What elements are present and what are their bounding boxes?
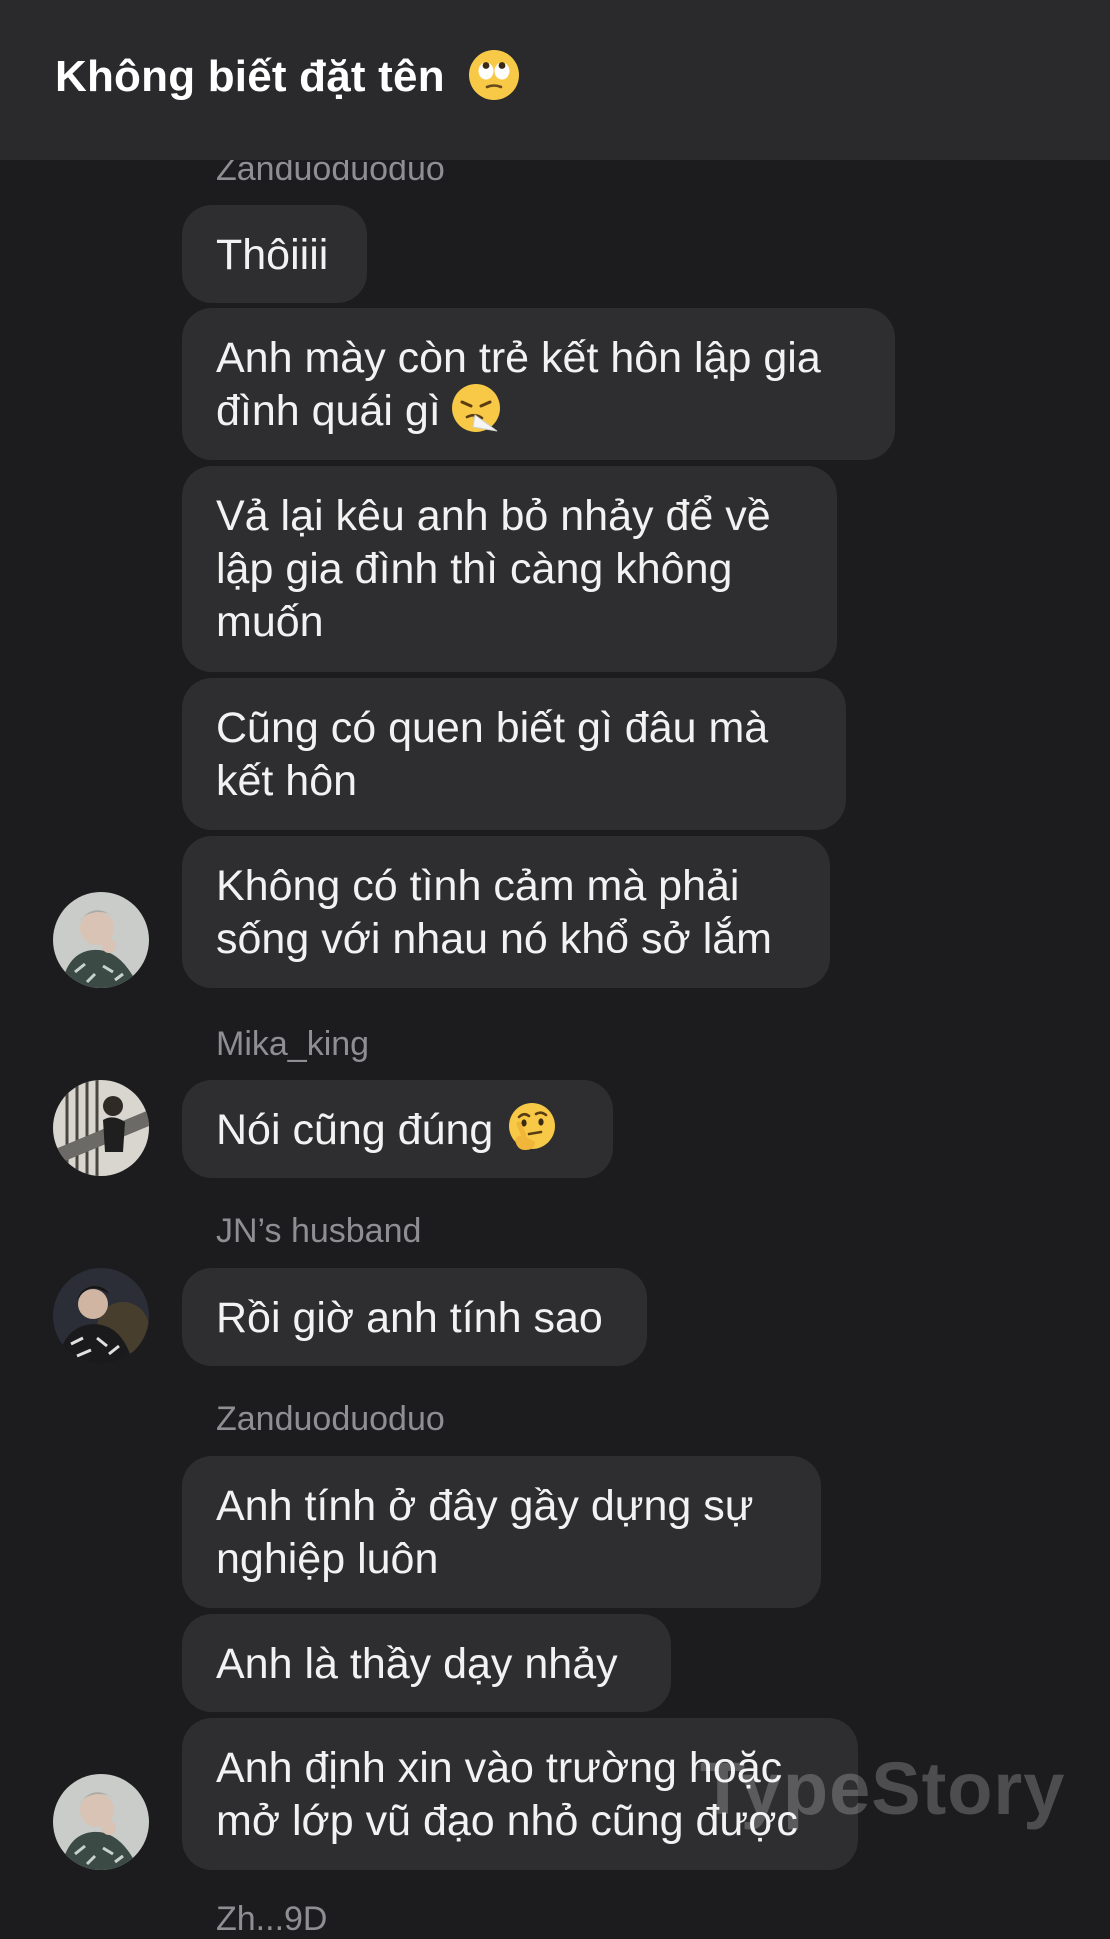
message-bubble[interactable]: Anh mày còn trẻ kết hôn lập gia đình quá… [182,308,895,460]
message-bubble[interactable]: Anh tính ở đây gầy dựng sự nghiệp luôn [182,1456,821,1608]
watermark-logo: TypeStory [700,1747,1066,1830]
avatar[interactable] [53,892,149,988]
chat-title[interactable]: Không biết đặt tên [55,50,521,106]
message-line: Vả lại kêu anh bỏ nhảy để về [216,492,771,540]
avatar-photo [53,1268,149,1364]
message-line: Nói cũng đúng [216,1106,494,1154]
message-line: Không có tình cảm mà phải [216,862,740,910]
message-line: Thôiiii [216,231,329,279]
avatar[interactable] [53,1268,149,1364]
message-line: sống với nhau nó khổ sở lắm [216,915,772,963]
message-line: Anh tính ở đây gầy dựng sự [216,1482,754,1530]
message-line: Anh là thầy dạy nhảy [216,1640,618,1688]
face-with-rolling-eyes-icon [469,50,520,101]
message-line: lập gia đình thì càng không [216,545,733,593]
message-line: Rồi giờ anh tính sao [216,1294,603,1342]
chat-header: Không biết đặt tên [0,0,1110,160]
message-bubble[interactable]: Nói cũng đúng [182,1080,613,1178]
thinking-face-icon [509,1102,556,1150]
message-line: Cũng có quen biết gì đâu mà [216,704,769,752]
chat-title-text: Không biết đặt tên [55,52,445,101]
sneezing-face-icon [451,383,500,432]
sender-name: Mika_king [216,1025,370,1063]
avatar[interactable] [53,1774,149,1870]
message-bubble[interactable]: Cũng có quen biết gì đâu mà kết hôn [182,678,846,830]
message-line: kết hôn [216,757,358,805]
message-bubble[interactable]: Anh là thầy dạy nhảy [182,1614,671,1712]
avatar-photo [53,1080,149,1176]
avatar[interactable] [53,1080,149,1176]
message-line: đình quái gì [216,387,441,435]
avatar-photo [53,1774,149,1870]
sender-name: JN’s husband [216,1212,422,1250]
message-bubble[interactable]: Rồi giờ anh tính sao [182,1268,647,1366]
message-line: muốn [216,598,324,646]
sender-name: Zanduoduoduo [216,1400,445,1438]
message-bubble[interactable]: Thôiiii [182,205,367,303]
avatar-photo [53,892,149,988]
message-bubble[interactable]: Vả lại kêu anh bỏ nhảy để về lập gia đìn… [182,466,837,672]
message-line: Anh mày còn trẻ kết hôn lập gia [216,334,821,382]
message-line: nghiệp luôn [216,1535,439,1583]
message-bubble[interactable]: Không có tình cảm mà phải sống với nhau … [182,836,830,988]
